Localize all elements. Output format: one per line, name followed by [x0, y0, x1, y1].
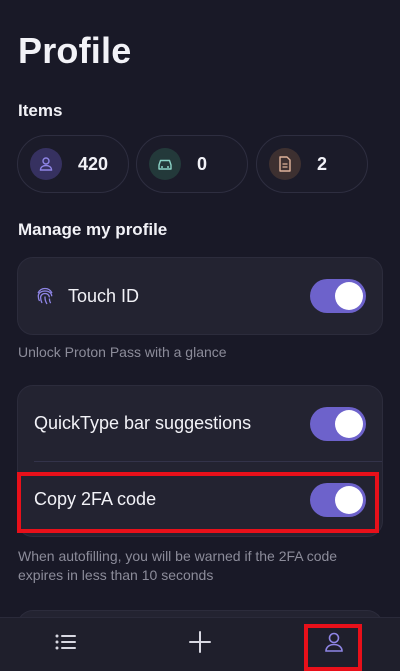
- autofill-caption: When autofilling, you will be warned if …: [18, 548, 338, 583]
- manage-section-title: Manage my profile: [18, 220, 168, 239]
- touch-id-card: Touch ID: [17, 257, 383, 335]
- stat-value: 420: [78, 153, 109, 174]
- profile-tab-highlight: [304, 624, 362, 671]
- quicktype-toggle[interactable]: [310, 406, 366, 441]
- plus-icon: [188, 630, 212, 659]
- tab-create[interactable]: [174, 618, 226, 671]
- list-icon: [55, 633, 77, 656]
- stat-value: 0: [197, 153, 208, 174]
- quicktype-row[interactable]: QuickType bar suggestions: [18, 386, 382, 461]
- stat-value: 2: [317, 153, 328, 174]
- items-section-title: Items: [18, 101, 63, 120]
- person-icon: [30, 148, 62, 180]
- note-icon: [269, 148, 301, 180]
- stat-notes[interactable]: 2: [256, 135, 368, 193]
- fingerprint-icon: [34, 285, 56, 307]
- stat-logins[interactable]: 420: [17, 135, 129, 193]
- page-title: Profile: [18, 30, 132, 71]
- quicktype-label: QuickType bar suggestions: [34, 413, 252, 433]
- touch-id-label: Touch ID: [68, 285, 140, 306]
- touch-id-toggle[interactable]: [310, 279, 366, 313]
- car-icon: [149, 148, 181, 180]
- copy-2fa-highlight: [17, 472, 379, 533]
- tab-items[interactable]: [40, 618, 92, 671]
- touch-id-caption: Unlock Proton Pass with a glance: [18, 344, 227, 360]
- touch-id-row[interactable]: Touch ID: [18, 258, 382, 334]
- stat-aliases[interactable]: 0: [136, 135, 248, 193]
